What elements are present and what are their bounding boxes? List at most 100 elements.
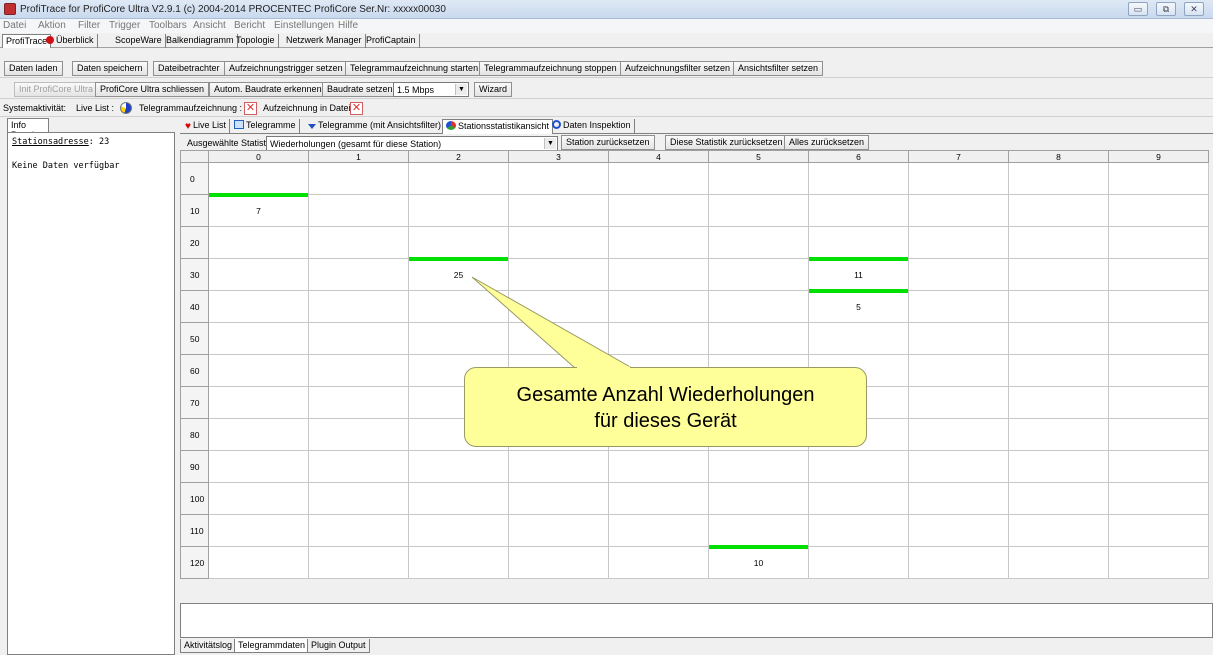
menu-toolbars[interactable]: Toolbars <box>149 20 187 31</box>
tab-topologie[interactable]: Topologie <box>233 34 279 48</box>
grid-cell[interactable] <box>1108 194 1209 227</box>
load-data-button[interactable]: Daten laden <box>4 61 63 76</box>
save-data-button[interactable]: Daten speichern <box>72 61 148 76</box>
grid-cell[interactable] <box>208 258 309 291</box>
output-area[interactable] <box>180 603 1213 638</box>
grid-cell[interactable] <box>308 194 409 227</box>
grid-cell[interactable] <box>308 290 409 323</box>
grid-cell[interactable] <box>508 290 609 323</box>
grid-cell[interactable] <box>708 290 809 323</box>
grid-cell[interactable] <box>908 226 1009 259</box>
tab-ueberblick[interactable]: Überblick <box>43 34 98 48</box>
grid-cell[interactable] <box>408 162 509 195</box>
grid-cell[interactable] <box>1008 322 1109 355</box>
grid-cell[interactable] <box>708 514 809 547</box>
grid-cell[interactable] <box>308 226 409 259</box>
grid-cell[interactable] <box>808 514 909 547</box>
grid-cell[interactable] <box>1108 514 1209 547</box>
grid-cell[interactable] <box>208 162 309 195</box>
grid-cell[interactable] <box>208 514 309 547</box>
grid-cell[interactable] <box>808 162 909 195</box>
grid-cell[interactable] <box>608 194 709 227</box>
grid-cell[interactable] <box>508 226 609 259</box>
grid-cell[interactable] <box>508 322 609 355</box>
tab-activity-log[interactable]: Aktivitätslog <box>180 639 237 653</box>
reset-statistic-button[interactable]: Diese Statistik zurücksetzen <box>665 135 788 150</box>
grid-cell[interactable] <box>408 322 509 355</box>
grid-cell[interactable] <box>408 546 509 579</box>
wizard-button[interactable]: Wizard <box>474 82 513 97</box>
grid-cell[interactable] <box>908 290 1009 323</box>
grid-cell[interactable] <box>1108 482 1209 515</box>
grid-cell[interactable] <box>1008 482 1109 515</box>
tab-scopeware[interactable]: ScopeWare <box>112 34 166 48</box>
tab-info-panel[interactable]: Info Panel <box>7 118 49 140</box>
detect-baudrate-button[interactable]: Autom. Baudrate erkennen <box>209 82 327 97</box>
grid-cell[interactable] <box>408 482 509 515</box>
grid-cell[interactable]: 5 <box>808 289 909 323</box>
grid-cell[interactable]: 11 <box>808 257 909 291</box>
grid-cell[interactable] <box>1008 546 1109 579</box>
grid-cell[interactable] <box>208 354 309 387</box>
grid-cell[interactable] <box>908 258 1009 291</box>
grid-cell[interactable] <box>808 322 909 355</box>
grid-cell[interactable] <box>908 546 1009 579</box>
tab-plugin-output[interactable]: Plugin Output <box>307 639 370 653</box>
grid-cell[interactable] <box>908 386 1009 419</box>
grid-cell[interactable] <box>808 546 909 579</box>
grid-cell[interactable] <box>308 162 409 195</box>
tab-telegramme-filtered[interactable]: Telegramme (mit Ansichtsfilter) <box>305 119 446 134</box>
grid-cell[interactable] <box>1108 546 1209 579</box>
menu-ansicht[interactable]: Ansicht <box>193 20 226 31</box>
grid-cell[interactable] <box>708 162 809 195</box>
set-view-filter-button[interactable]: Ansichtsfilter setzen <box>733 61 824 76</box>
grid-cell[interactable]: 7 <box>208 193 309 227</box>
grid-cell[interactable] <box>1008 162 1109 195</box>
close-button[interactable]: ✕ <box>1184 2 1204 16</box>
grid-cell[interactable] <box>508 482 609 515</box>
grid-cell[interactable] <box>408 450 509 483</box>
grid-cell[interactable] <box>308 354 409 387</box>
grid-cell[interactable] <box>1108 258 1209 291</box>
grid-cell[interactable] <box>1008 290 1109 323</box>
grid-cell[interactable] <box>408 194 509 227</box>
grid-cell[interactable] <box>1008 194 1109 227</box>
grid-cell[interactable] <box>708 226 809 259</box>
grid-cell[interactable] <box>208 450 309 483</box>
tab-telegramme[interactable]: Telegramme <box>231 119 300 134</box>
grid-cell[interactable] <box>408 226 509 259</box>
baudrate-select[interactable]: 1.5 Mbps ▼ <box>393 82 469 97</box>
grid-cell[interactable] <box>1108 226 1209 259</box>
stop-capture-button[interactable]: Telegrammaufzeichnung stoppen <box>479 61 622 76</box>
grid-cell[interactable] <box>408 290 509 323</box>
menu-filter[interactable]: Filter <box>78 20 100 31</box>
tab-data-inspection[interactable]: Daten Inspektion <box>549 119 635 134</box>
grid-cell[interactable] <box>708 450 809 483</box>
grid-cell[interactable] <box>708 482 809 515</box>
grid-cell[interactable] <box>1008 418 1109 451</box>
grid-cell[interactable] <box>1108 322 1209 355</box>
grid-cell[interactable] <box>308 418 409 451</box>
menu-bericht[interactable]: Bericht <box>234 20 265 31</box>
grid-cell[interactable]: 25 <box>408 257 509 291</box>
grid-cell[interactable] <box>208 226 309 259</box>
grid-cell[interactable] <box>208 482 309 515</box>
grid-cell[interactable] <box>608 162 709 195</box>
grid-cell[interactable] <box>508 450 609 483</box>
init-proficore-button[interactable]: Init ProfiCore Ultra <box>14 82 99 97</box>
grid-cell[interactable] <box>1008 386 1109 419</box>
grid-cell[interactable] <box>608 322 709 355</box>
grid-cell[interactable] <box>908 450 1009 483</box>
grid-cell[interactable] <box>1008 258 1109 291</box>
grid-cell[interactable] <box>1108 162 1209 195</box>
tab-telegram-data[interactable]: Telegrammdaten <box>234 639 310 653</box>
grid-cell[interactable] <box>1108 450 1209 483</box>
grid-cell[interactable] <box>1008 354 1109 387</box>
grid-cell[interactable] <box>908 482 1009 515</box>
grid-cell[interactable] <box>608 514 709 547</box>
grid-cell[interactable] <box>808 450 909 483</box>
grid-cell[interactable] <box>1108 418 1209 451</box>
menu-hilfe[interactable]: Hilfe <box>338 20 358 31</box>
grid-cell[interactable] <box>308 450 409 483</box>
grid-cell[interactable] <box>608 482 709 515</box>
